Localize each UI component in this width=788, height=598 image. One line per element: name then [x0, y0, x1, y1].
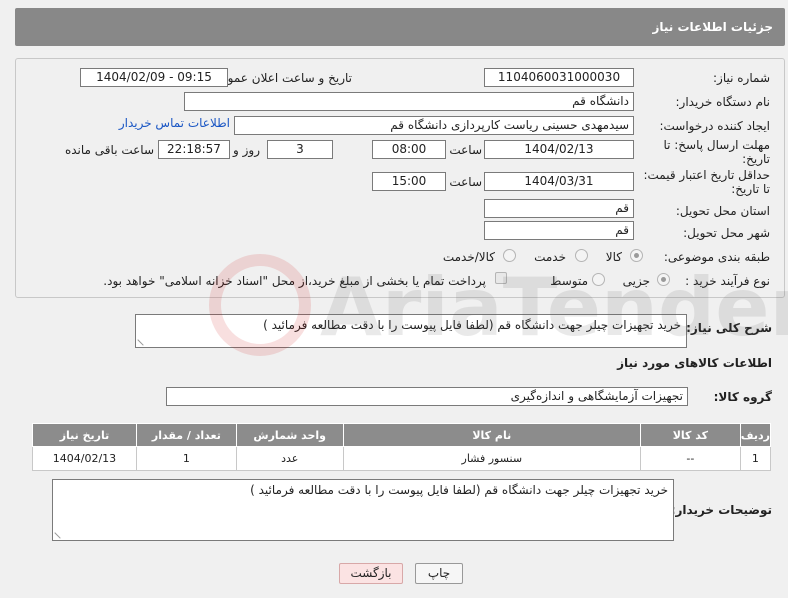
process-minor-label: جزیی	[622, 274, 650, 288]
announce-label: تاریخ و ساعت اعلان عمومی:	[207, 71, 352, 85]
process-minor-radio[interactable]	[657, 273, 670, 286]
col-code: کد کالا	[639, 423, 741, 447]
goods-section-title: اطلاعات کالاهای مورد نیاز	[617, 356, 772, 370]
category-goods-radio[interactable]	[630, 249, 643, 262]
category-goods-label: کالا	[605, 250, 622, 264]
creator-field: سیدمهدی حسینی ریاست کارپردازی دانشگاه قم	[234, 116, 634, 135]
validity-time-field: 15:00	[372, 172, 446, 191]
process-medium-label: متوسط	[550, 274, 588, 288]
col-unit: واحد شمارش	[235, 423, 344, 447]
col-name: نام کالا	[342, 423, 641, 447]
deadline-date-field: 1404/02/13	[484, 140, 634, 159]
city-field: قم	[484, 221, 634, 240]
process-label: نوع فرآیند خرید :	[685, 274, 770, 288]
cell-code: --	[639, 446, 741, 471]
table-row: 1 -- سنسور فشار عدد 1 1404/02/13	[32, 446, 772, 471]
category-both-label: کالا/خدمت	[442, 250, 495, 264]
col-quantity: تعداد / مقدار	[135, 423, 237, 447]
province-label: استان محل تحویل:	[675, 204, 770, 218]
page-title: جزئیات اطلاعات نیاز	[652, 20, 773, 34]
time-remaining-label: ساعت باقی مانده	[64, 143, 154, 157]
resize-grip-icon[interactable]	[54, 527, 66, 539]
buyer-notes-text: خرید تجهیزات چیلر جهت دانشگاه قم (لطفا ف…	[250, 483, 668, 497]
deadline-label-line1: مهلت ارسال پاسخ: تا	[663, 138, 770, 152]
resize-grip-icon[interactable]	[137, 334, 149, 346]
goods-group-field: تجهیزات آزمایشگاهی و اندازه‌گیری	[166, 387, 688, 406]
province-field: قم	[484, 199, 634, 218]
validity-date-field: 1404/03/31	[484, 172, 634, 191]
deadline-time-field: 08:00	[372, 140, 446, 159]
need-number-field: 1104060031000030	[484, 68, 634, 87]
buyer-notes-textarea[interactable]: خرید تجهیزات چیلر جهت دانشگاه قم (لطفا ف…	[52, 479, 674, 541]
summary-text: خرید تجهیزات چیلر جهت دانشگاه قم (لطفا ف…	[263, 318, 681, 332]
summary-textarea[interactable]: خرید تجهیزات چیلر جهت دانشگاه قم (لطفا ف…	[135, 314, 687, 348]
goods-group-label: گروه کالا:	[713, 390, 772, 404]
buyer-org-field: دانشگاه قم	[184, 92, 634, 111]
buyer-notes-label: توضیحات خریدار:	[670, 503, 772, 517]
validity-label-line2: تا تاریخ:	[731, 182, 770, 196]
days-label: روز و	[233, 143, 260, 157]
cell-name: سنسور فشار	[342, 446, 641, 471]
announce-datetime-field: 1404/02/09 - 09:15	[80, 68, 228, 87]
category-both-radio[interactable]	[503, 249, 516, 262]
time-remaining-field: 22:18:57	[158, 140, 230, 159]
deadline-label-line2: تاریخ:	[742, 152, 770, 166]
cell-unit: عدد	[235, 446, 344, 471]
summary-label: شرح کلی نیاز:	[686, 321, 772, 335]
col-date: تاریخ نیاز	[32, 423, 137, 447]
page-header: جزئیات اطلاعات نیاز	[15, 8, 785, 46]
cell-date: 1404/02/13	[32, 446, 137, 471]
creator-label: ایجاد کننده درخواست:	[659, 119, 770, 133]
cell-quantity: 1	[135, 446, 237, 471]
buyer-contact-link[interactable]: اطلاعات تماس خریدار	[119, 116, 230, 130]
buyer-org-label: نام دستگاه خریدار:	[675, 95, 771, 109]
category-service-label: خدمت	[534, 250, 566, 264]
goods-table: ردیف کد کالا نام کالا واحد شمارش تعداد /…	[32, 423, 772, 471]
treasury-payment-note: پرداخت تمام یا بخشی از مبلغ خرید،از محل …	[103, 274, 486, 288]
process-medium-radio[interactable]	[592, 273, 605, 286]
cell-row: 1	[739, 446, 772, 471]
goods-table-header: ردیف کد کالا نام کالا واحد شمارش تعداد /…	[32, 423, 772, 447]
col-row: ردیف	[739, 423, 772, 447]
treasury-payment-checkbox[interactable]	[495, 272, 507, 284]
validity-time-label: ساعت	[449, 175, 482, 189]
deadline-time-label: ساعت	[449, 143, 482, 157]
category-label: طبقه بندی موضوعی:	[663, 250, 770, 264]
need-number-label: شماره نیاز:	[713, 71, 770, 85]
print-button[interactable]: چاپ	[415, 563, 463, 584]
days-remaining-field: 3	[267, 140, 333, 159]
back-button[interactable]: بازگشت	[339, 563, 403, 584]
category-service-radio[interactable]	[575, 249, 588, 262]
validity-label-line1: حداقل تاریخ اعتبار قیمت:	[643, 168, 770, 182]
city-label: شهر محل تحویل:	[683, 226, 770, 240]
